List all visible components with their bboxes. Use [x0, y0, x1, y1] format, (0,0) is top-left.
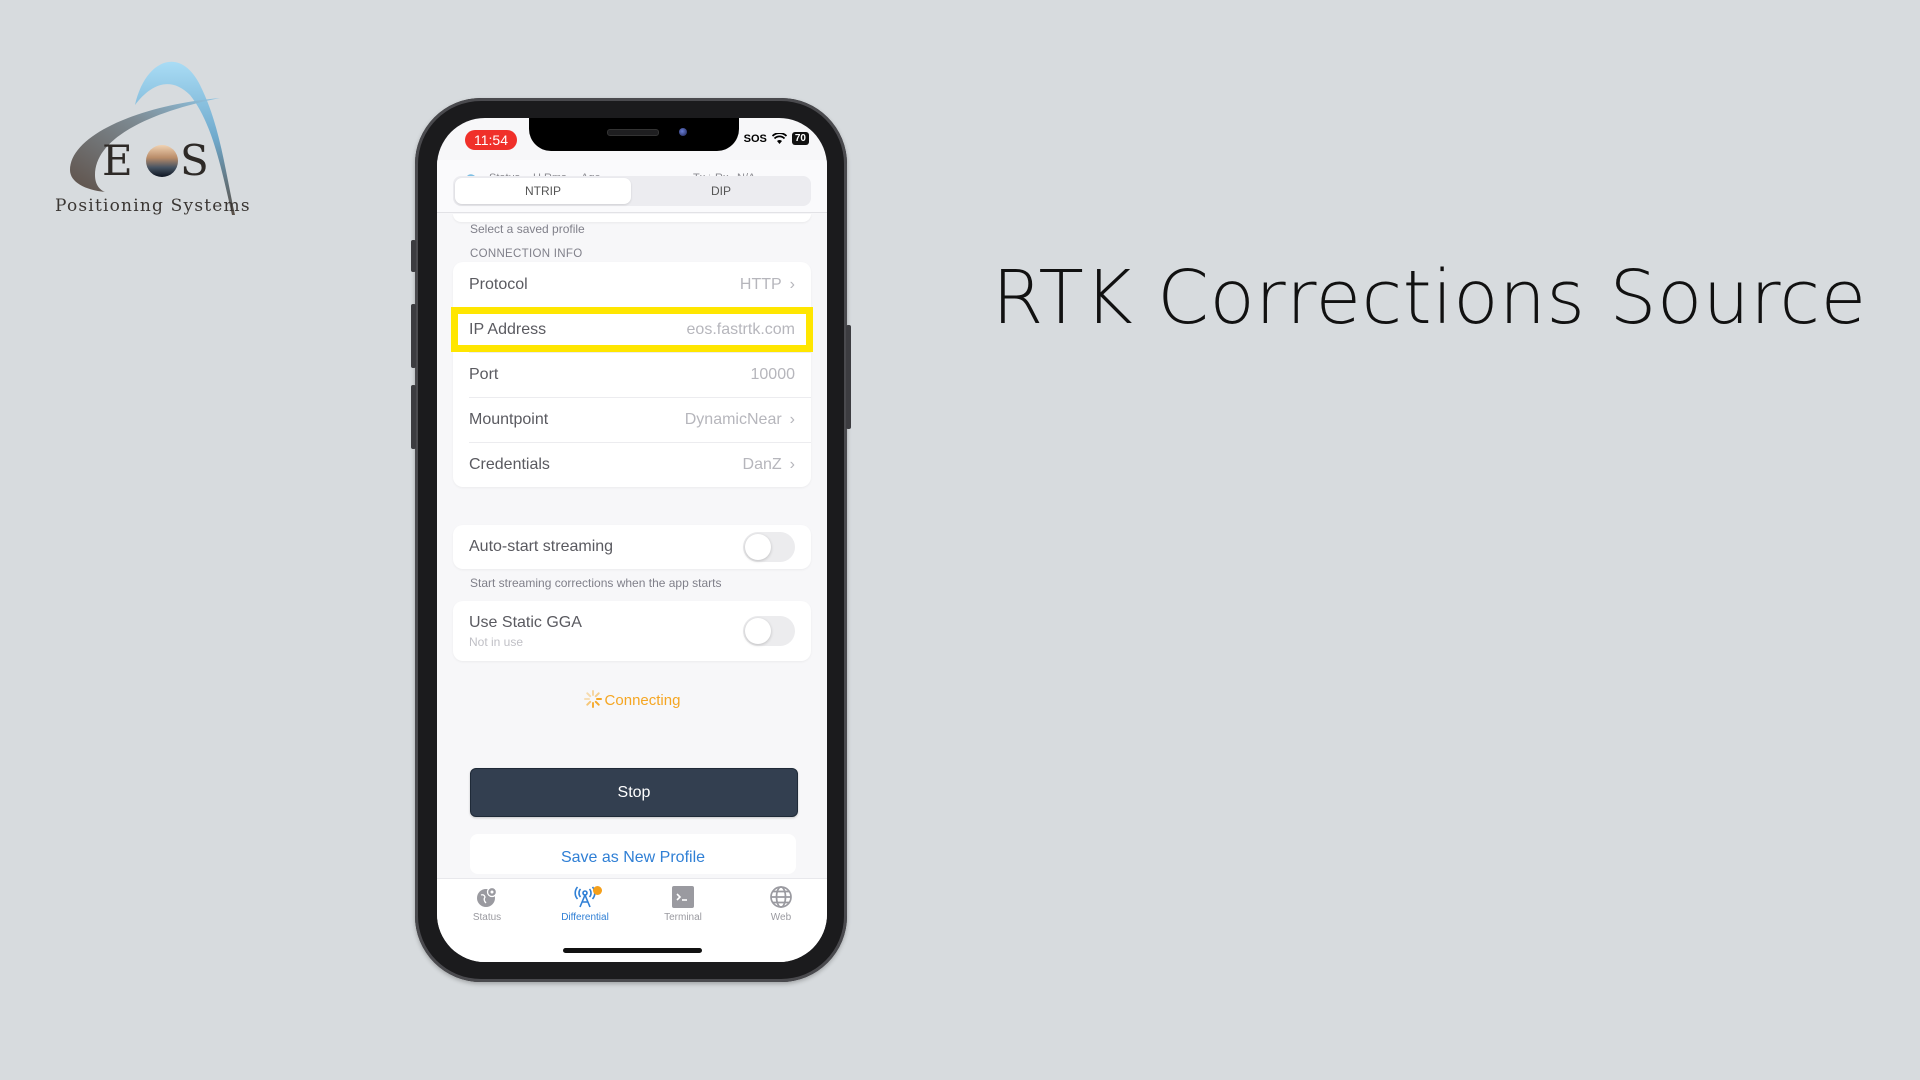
port-value[interactable]: 10000	[751, 366, 796, 384]
tab-dip[interactable]: DIP	[633, 178, 809, 204]
credentials-row[interactable]: Credentials DanZ ›	[453, 442, 811, 487]
credentials-value: DanZ	[742, 455, 782, 473]
mountpoint-value: DynamicNear	[684, 410, 782, 428]
credentials-label: Credentials	[469, 455, 550, 473]
svg-text:S: S	[180, 136, 209, 185]
logo-caption: Positioning Systems	[55, 196, 251, 216]
connection-info-header: CONNECTION INFO	[470, 248, 583, 260]
spinner-icon	[583, 690, 602, 708]
auto-start-hint: Start streaming corrections when the app…	[470, 576, 722, 590]
protocol-value: HTTP	[739, 275, 782, 293]
notch	[529, 118, 739, 151]
tab-web[interactable]: Web	[741, 885, 821, 923]
status-bar-right: SOS 70	[744, 132, 809, 145]
phone-screen: 11:54 SOS 70 Status DGPS H Rms 0.423m Ag…	[437, 118, 827, 962]
tab-differential-label: Differential	[561, 912, 609, 923]
tab-status[interactable]: Status	[447, 885, 527, 923]
globe-pin-icon	[477, 886, 498, 907]
tab-web-label: Web	[770, 912, 792, 923]
connection-status-text: Connecting	[604, 692, 681, 709]
tab-ntrip[interactable]: NTRIP	[455, 178, 631, 204]
connection-status: Connecting	[437, 690, 827, 709]
static-gga-text: Use Static GGA Not in use	[469, 614, 743, 649]
tab-status-label: Status	[472, 912, 502, 923]
port-label: Port	[469, 365, 499, 383]
auto-start-toggle[interactable]	[743, 532, 795, 562]
static-gga-row: Use Static GGA Not in use	[453, 601, 811, 661]
stop-button[interactable]: Stop	[470, 768, 798, 817]
volume-down-button	[411, 385, 416, 449]
saved-profile-card[interactable]	[453, 214, 811, 222]
chevron-right-icon: ›	[789, 275, 795, 293]
front-camera	[679, 128, 687, 136]
mountpoint-label: Mountpoint	[469, 410, 549, 428]
globe-icon	[770, 886, 792, 908]
auto-start-row: Auto-start streaming	[453, 525, 811, 569]
power-button	[846, 325, 851, 429]
mountpoint-row[interactable]: Mountpoint DynamicNear ›	[453, 397, 811, 442]
carrier-label: SOS	[743, 132, 767, 145]
tab-terminal-label: Terminal	[664, 912, 702, 923]
phone-frame: 11:54 SOS 70 Status DGPS H Rms 0.423m Ag…	[411, 98, 851, 982]
wifi-icon	[771, 133, 787, 144]
action-button	[411, 240, 416, 272]
static-gga-label: Use Static GGA	[469, 613, 582, 631]
static-gga-sub: Not in use	[469, 634, 524, 649]
slide-title: RTK Corrections Source	[992, 255, 1867, 341]
static-gga-card: Use Static GGA Not in use	[453, 601, 811, 661]
mode-segmented-control: NTRIP DIP	[453, 176, 811, 206]
port-row[interactable]: Port 10000	[453, 352, 811, 397]
volume-up-button	[411, 304, 416, 368]
speaker	[607, 129, 659, 136]
differential-badge	[593, 886, 602, 895]
protocol-label: Protocol	[469, 275, 528, 293]
auto-start-label: Auto-start streaming	[469, 538, 614, 555]
connection-info-card: Protocol HTTP › IP Address eos.fastrtk.c…	[453, 262, 811, 487]
status-time: 11:54	[465, 130, 517, 150]
terminal-icon	[672, 886, 694, 908]
tab-terminal[interactable]: Terminal	[643, 885, 723, 923]
eos-logo: E S	[70, 61, 235, 215]
profile-hint: Select a saved profile	[470, 222, 585, 236]
svg-text:E: E	[102, 136, 133, 185]
ip-address-highlight	[451, 307, 813, 352]
auto-start-card: Auto-start streaming	[453, 525, 811, 569]
home-indicator[interactable]	[563, 948, 702, 953]
static-gga-toggle[interactable]	[743, 616, 795, 646]
chevron-right-icon: ›	[789, 455, 795, 473]
battery-icon: 70	[791, 132, 809, 145]
protocol-row[interactable]: Protocol HTTP ›	[453, 262, 811, 307]
save-as-new-profile-button[interactable]: Save as New Profile	[470, 834, 796, 874]
chevron-right-icon: ›	[789, 410, 795, 428]
tab-differential[interactable]: Differential	[545, 885, 625, 923]
